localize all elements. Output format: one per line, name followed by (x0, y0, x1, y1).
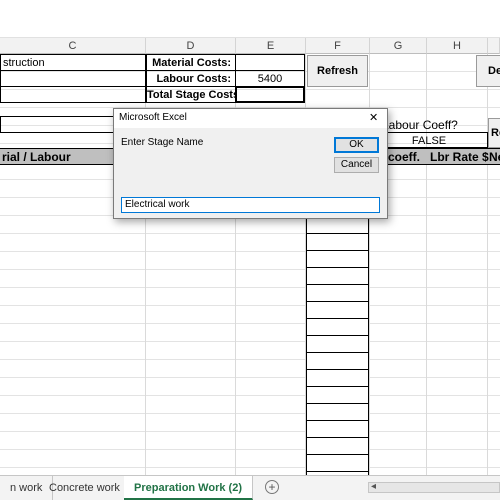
material-costs-value[interactable] (235, 54, 305, 71)
de-button[interactable]: De (476, 55, 500, 87)
ok-button[interactable]: OK (334, 137, 379, 153)
header-ne: Ne (489, 150, 500, 164)
column-header-e[interactable]: E (236, 38, 306, 54)
labour-costs-label: Labour Costs: (146, 70, 236, 87)
column-header-f[interactable]: F (306, 38, 370, 54)
scroll-left-icon[interactable]: ◂ (371, 481, 376, 492)
column-header-d[interactable]: D (146, 38, 236, 54)
horizontal-scrollbar[interactable]: ◂ (368, 481, 500, 493)
re-button[interactable]: Re (488, 118, 500, 148)
cancel-button[interactable]: Cancel (334, 157, 379, 173)
column-header-next[interactable] (488, 38, 500, 54)
dialog-prompt: Enter Stage Name (121, 137, 204, 148)
input-dialog: Microsoft Excel ✕ Enter Stage Name OK Ca… (113, 108, 388, 219)
material-costs-label: Material Costs: (146, 54, 236, 71)
column-header-h[interactable]: H (427, 38, 488, 54)
column-header-g[interactable]: G (370, 38, 427, 54)
close-icon[interactable]: ✕ (369, 111, 378, 124)
cell-c-row3[interactable] (0, 86, 146, 103)
column-header-c[interactable]: C (0, 38, 146, 54)
total-stage-costs-value[interactable] (235, 86, 305, 103)
cell-c-row2[interactable] (0, 70, 146, 87)
add-sheet-icon[interactable]: + (265, 480, 279, 494)
refresh-button[interactable]: Refresh (307, 55, 368, 87)
formula-area (0, 0, 500, 38)
dialog-title: Microsoft Excel (119, 112, 187, 123)
total-stage-costs-label: Total Stage Costs: (146, 86, 236, 103)
labour-costs-value[interactable]: 5400 (235, 70, 305, 87)
header-lbr-rate: Lbr Rate $ (430, 150, 489, 164)
sheet-tab-concrete-work[interactable]: Concrete work (39, 476, 131, 500)
stage-name-input[interactable]: Electrical work (121, 197, 380, 213)
sheet-tab-preparation-work-2[interactable]: Preparation Work (2) (124, 476, 253, 500)
header-material-labour: rial / Labour (2, 150, 71, 164)
cell-c-title[interactable]: struction (0, 54, 146, 71)
dialog-titlebar[interactable]: Microsoft Excel ✕ (114, 109, 387, 128)
